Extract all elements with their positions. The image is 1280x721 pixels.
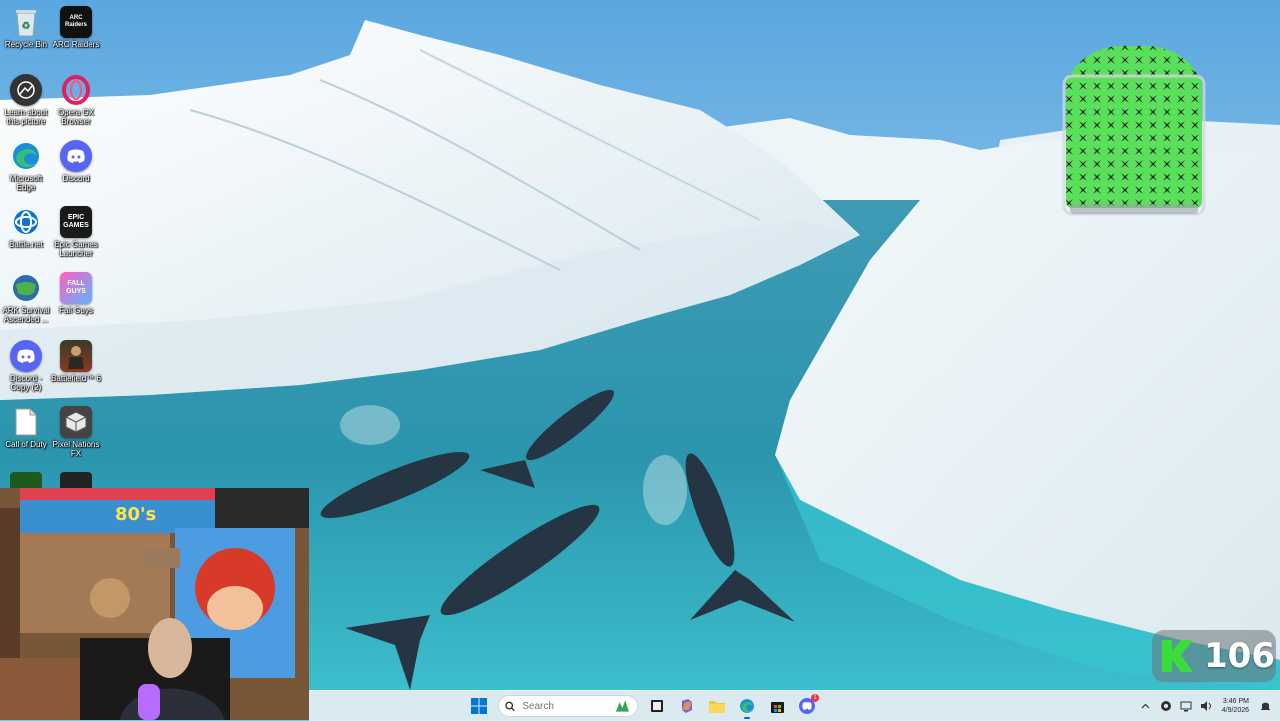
desktop-icon-fall-guys[interactable]: FALL GUYS Fall Guys (50, 272, 102, 315)
start-button[interactable] (466, 693, 492, 719)
search-icon (505, 701, 515, 711)
copilot-icon (682, 699, 692, 713)
desktop-icon-discord[interactable]: Discord (50, 140, 102, 183)
recycle-bin-icon: ♻ (10, 6, 42, 38)
counter-widget: 106 (1152, 630, 1276, 682)
desktop-icon-edge[interactable]: Microsoft Edge (0, 140, 52, 192)
edge-taskbar-button[interactable] (734, 693, 760, 719)
store-button[interactable] (764, 693, 790, 719)
desktop-icon-ark-survival[interactable]: ARK Survival Ascended ... (0, 272, 52, 324)
desktop-icon-call-of-duty[interactable]: Call of Duty (0, 406, 52, 449)
discord-notification-badge: 1 (811, 694, 819, 702)
learn-about-picture-icon (10, 74, 42, 106)
desktop-icon-learn-about-picture[interactable]: Learn about this picture (0, 74, 52, 126)
call-of-duty-file-icon (10, 406, 42, 438)
discord-icon (60, 140, 92, 172)
counter-value: 106 (1204, 636, 1275, 676)
notifications-button[interactable] (1256, 697, 1274, 715)
tray-app-button[interactable] (1157, 697, 1175, 715)
bell-icon (1260, 702, 1270, 710)
edge-icon (10, 140, 42, 172)
desktop-icon-opera-gx[interactable]: Opera GX Browser (50, 74, 102, 126)
desktop-icon-epic-games[interactable]: EPIC GAMES Epic Games Launcher (50, 206, 102, 258)
discord-copy-icon (10, 340, 42, 372)
fall-guys-icon: FALL GUYS (60, 272, 92, 304)
battlenet-icon (10, 206, 42, 238)
taskbar: 1 3:46 PM 4/9/2026 (309, 690, 1280, 721)
desktop-icon-recycle-bin[interactable]: ♻ Recycle Bin (0, 6, 52, 49)
edge-icon (740, 699, 754, 713)
webcam-sign-text: 80's (115, 504, 156, 525)
taskbar-clock[interactable]: 3:46 PM 4/9/2026 (1222, 697, 1249, 715)
volume-button[interactable] (1197, 697, 1215, 715)
network-icon (1180, 701, 1192, 712)
copilot-button[interactable] (674, 693, 700, 719)
desktop-icon-pixel-nations[interactable]: Pixel Nations FX (50, 406, 102, 458)
sticker-bin-widget (1062, 45, 1206, 216)
opera-gx-icon (60, 74, 92, 106)
nvidia-icon-partial (10, 472, 42, 488)
chevron-up-icon (1141, 703, 1150, 709)
clock-time: 3:46 PM (1222, 698, 1249, 705)
desktop-icon-battlefield[interactable]: Battlefield™ 6 (50, 340, 102, 383)
volume-icon (1200, 701, 1211, 711)
task-view-icon (651, 700, 663, 712)
pixel-nations-icon (60, 406, 92, 438)
microsoft-store-icon (770, 701, 784, 713)
search-highlight-icon (616, 700, 630, 712)
search-input[interactable] (520, 699, 615, 713)
desktop-icon-grid: ♻ Recycle Bin ARC Raiders ARC Raiders Le… (0, 0, 110, 490)
tray-app-icon (1160, 701, 1171, 711)
discord-taskbar-button[interactable]: 1 (794, 693, 820, 719)
battlefield-icon (60, 340, 92, 372)
epic-games-icon: EPIC GAMES (60, 206, 92, 238)
arc-raiders-icon: ARC Raiders (60, 6, 92, 38)
show-hidden-icons-button[interactable] (1137, 697, 1155, 715)
windows-logo-icon (471, 698, 487, 714)
taskbar-search-box[interactable] (498, 695, 638, 717)
desktop-icon-battlenet[interactable]: Battle.net (0, 206, 52, 249)
task-view-button[interactable] (644, 693, 670, 719)
folder-icon (709, 701, 725, 713)
desktop-icon-discord-copy[interactable]: Discord - Copy (2) (0, 340, 52, 392)
webcam-feed: 80's (0, 488, 309, 720)
app-icon-partial (60, 472, 92, 488)
file-explorer-button[interactable] (704, 693, 730, 719)
network-button[interactable] (1177, 697, 1195, 715)
system-tray: 3:46 PM 4/9/2026 (1136, 691, 1280, 721)
clock-date: 4/9/2026 (1221, 707, 1249, 714)
svg-text:♻: ♻ (22, 21, 31, 32)
ark-survival-icon (10, 272, 42, 304)
webcam-overlay: 80's (0, 488, 309, 720)
desktop-icon-arc-raiders[interactable]: ARC Raiders ARC Raiders (50, 6, 102, 49)
k-logo-icon (1162, 640, 1193, 672)
